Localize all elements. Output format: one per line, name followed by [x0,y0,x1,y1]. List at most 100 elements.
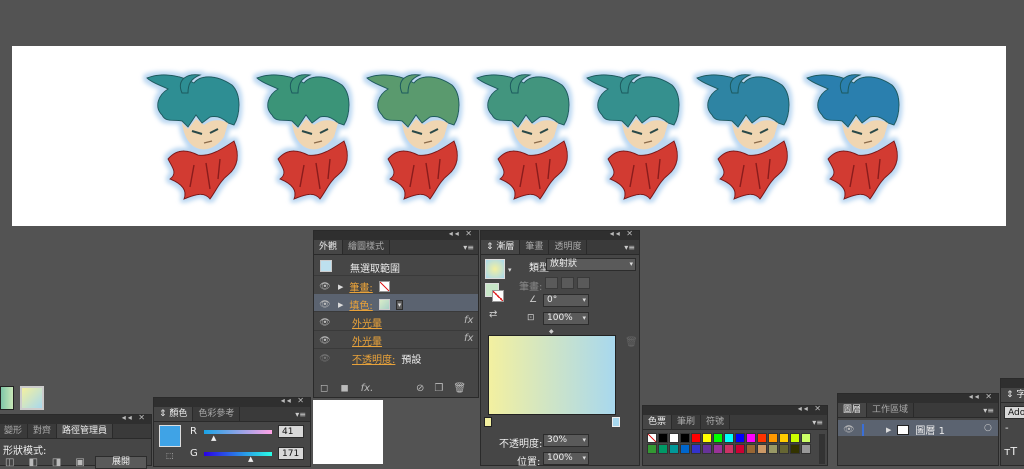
swatch-cell[interactable] [757,444,767,454]
swatch-cell[interactable] [779,433,789,443]
stroke-indicator[interactable] [492,290,504,302]
gradient-slider-preview[interactable] [488,335,616,415]
swatch-scrollbar[interactable] [819,434,825,464]
appearance-row-stroke[interactable]: 👁 ▶ 筆畫: [318,279,390,294]
swatch-cell[interactable] [647,444,657,454]
panel-menu-icon[interactable]: ▾≡ [295,407,306,422]
swatch-cell[interactable] [768,444,778,454]
tab-character[interactable]: ⇕ 字元 [1001,388,1024,402]
swatch-cell[interactable] [801,433,811,443]
tab-brushes[interactable]: 筆刷 [672,415,702,429]
swatch-cell[interactable] [801,444,811,454]
gradient-thumb[interactable] [485,259,505,279]
swatch-cell[interactable] [779,444,789,454]
tab-swatches[interactable]: 色票 [643,415,673,429]
eye-icon[interactable]: 👁 [318,282,332,292]
eye-icon[interactable]: 👁 [318,300,332,310]
appearance-row-glow-2[interactable]: 👁 外光暈 [318,333,382,349]
tab-color-guide[interactable]: 色彩參考 [193,407,241,421]
swatch-cell[interactable] [724,444,734,454]
swatch-cell[interactable] [735,433,745,443]
tab-appearance[interactable]: 外觀 [314,240,344,254]
stroke-label[interactable]: 筆畫: [349,279,372,294]
tab-layers[interactable]: 圖層 [838,403,868,417]
outer-glow-label[interactable]: 外光暈 [352,315,382,330]
gradient-thumb-dropdown-icon[interactable]: ▾ [508,266,512,274]
minus-front-icon[interactable]: ◧ [28,457,37,468]
outer-glow-label[interactable]: 外光暈 [352,333,382,348]
swatch-cell[interactable] [669,444,679,454]
target-icon[interactable]: ○ [984,423,992,433]
add-stroke-icon[interactable]: ◻ [320,383,328,394]
gradient-type-dropdown[interactable]: 放射狀 ▾ [546,258,636,271]
tab-pathfinder[interactable]: 路徑管理員 [57,424,114,438]
character-head[interactable] [696,74,790,200]
swatch-cell[interactable] [691,444,701,454]
expand-triangle-icon[interactable]: ▶ [338,301,343,309]
unite-icon[interactable]: ◫ [5,457,14,468]
fill-dropdown-icon[interactable]: ▾ [395,299,404,310]
swatch-cell[interactable] [746,433,756,443]
out-of-gamut-icon[interactable]: ⬚ [166,451,174,460]
opacity-label[interactable]: 不透明度: [352,351,395,366]
reverse-gradient-icon[interactable]: ⇄ [489,309,497,320]
swatch-cell[interactable] [713,444,723,454]
stroke-across-icon[interactable] [577,277,590,289]
tab-stroke[interactable]: 筆畫 [520,240,550,254]
fill-swatch-left[interactable] [0,386,14,410]
clear-appearance-icon[interactable]: ⊘ [416,383,424,394]
tab-transform[interactable]: 變形 [0,424,29,438]
tab-symbols[interactable]: 符號 [701,415,731,429]
add-fill-icon[interactable]: ◼ [340,383,348,394]
swatch-cell[interactable] [669,433,679,443]
g-slider[interactable] [204,452,272,456]
eye-icon[interactable]: 👁 [318,318,332,328]
swatch-cell[interactable] [790,444,800,454]
delete-item-icon[interactable]: 🗑 [453,383,466,394]
expand-triangle-icon[interactable]: ▶ [886,426,891,434]
gradient-stop-right[interactable] [612,417,620,427]
font-style-field[interactable]: - [1005,423,1009,434]
tab-artboards[interactable]: 工作區域 [867,403,915,417]
swatch-cell[interactable] [658,433,668,443]
add-effect-icon[interactable]: fx. [361,383,374,394]
appearance-row-glow-1[interactable]: 👁 外光暈 [318,315,382,331]
stop-opacity-field[interactable]: 30% ▾ [543,434,589,447]
r-slider-handle[interactable]: ▲ [211,434,216,442]
tab-gradient[interactable]: ⇕ 漸層 [481,240,521,254]
eye-icon[interactable]: 👁 [842,425,856,435]
swatch-cell[interactable] [724,433,734,443]
character-head[interactable] [256,74,350,200]
character-head[interactable] [476,74,570,200]
eye-icon[interactable]: 👁 [318,336,332,346]
fx-icon[interactable]: fx [464,333,473,344]
swatch-cell[interactable] [768,433,778,443]
stroke-within-icon[interactable] [545,277,558,289]
character-head[interactable] [586,74,680,200]
fill-color-swatch[interactable] [159,425,181,447]
panel-menu-icon[interactable]: ▾≡ [983,403,994,418]
artboard[interactable] [12,46,1006,226]
intersect-icon[interactable]: ◨ [52,457,61,468]
fx-icon[interactable]: fx [464,315,473,326]
exclude-icon[interactable]: ▣ [75,457,84,468]
swatch-cell[interactable] [658,444,668,454]
angle-field[interactable]: 0° ▾ [543,294,589,307]
character-head[interactable] [366,74,460,200]
g-slider-handle[interactable]: ▲ [248,455,253,463]
duplicate-item-icon[interactable]: ❐ [434,383,443,394]
character-head[interactable] [146,74,240,200]
panel-menu-icon[interactable]: ▾≡ [463,240,474,255]
stroke-none-swatch[interactable] [378,281,390,292]
layer-name[interactable]: 圖層 1 [915,422,945,437]
delete-stop-icon[interactable]: 🗑 [625,337,638,348]
location-field[interactable]: 100% ▾ [543,452,589,465]
gradient-stop-left[interactable] [484,417,492,427]
tab-graphic-styles[interactable]: 繪圖樣式 [343,240,391,254]
swatch-cell[interactable] [647,433,657,443]
swatch-cell[interactable] [757,433,767,443]
swatch-cell[interactable] [691,433,701,443]
fill-label[interactable]: 填色: [349,297,372,312]
swatch-cell[interactable] [702,444,712,454]
swatch-cell[interactable] [790,433,800,443]
